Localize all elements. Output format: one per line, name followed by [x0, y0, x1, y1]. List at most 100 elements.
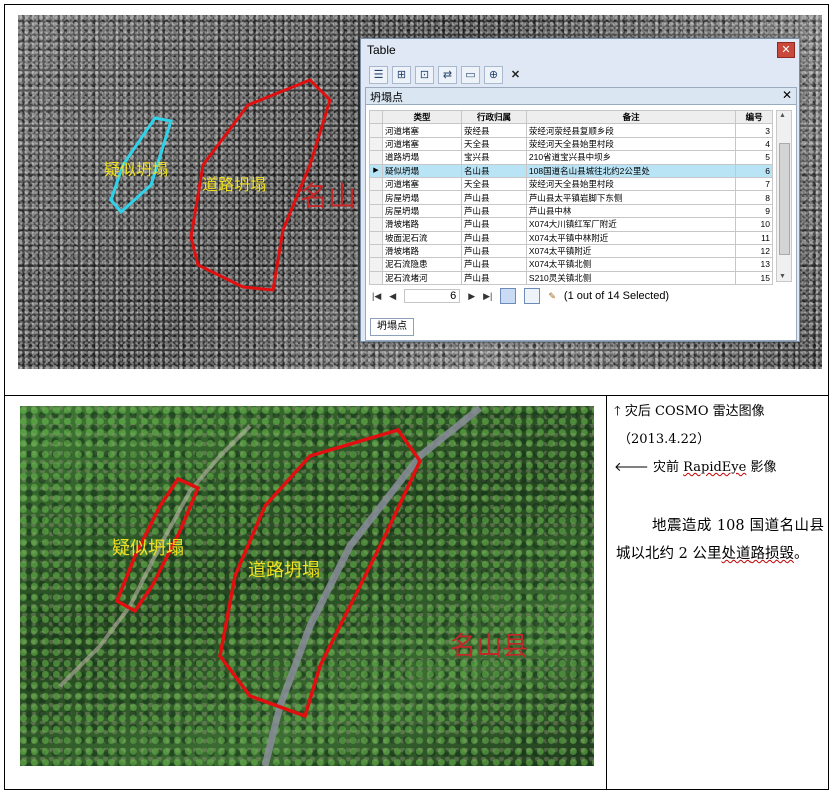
- layer-name: 坍塌点: [370, 92, 403, 104]
- panel-close-icon[interactable]: ✕: [782, 88, 792, 102]
- current-record-field[interactable]: 6: [404, 289, 461, 303]
- row-selector[interactable]: [369, 270, 383, 286]
- optical-overlay: [58, 406, 483, 766]
- table-row[interactable]: 房屋坍塌 芦山县 芦山县太平镇岩脚下东侧 8: [369, 190, 773, 205]
- note-cell: 芦山县太平镇岩脚下东侧: [525, 190, 737, 205]
- id-cell: 13: [735, 257, 773, 272]
- previous-record-icon[interactable]: ◀: [389, 291, 396, 302]
- row-selector[interactable]: [369, 150, 383, 165]
- row-selector[interactable]: [369, 136, 383, 152]
- table-window[interactable]: Table ✕ ☰ ⊞ ⊡ ⇄ ▭ ⊕ ✕ 坍塌点 ✕ 类型 行政归属 备注 编…: [360, 38, 800, 342]
- table-row[interactable]: 河道堵塞 荥经县 荥经河荥经县复顺乡段 3: [369, 123, 773, 138]
- table-row[interactable]: 房屋坍塌 芦山县 芦山县中林 9: [369, 203, 773, 219]
- note-cell: 荥经河天全县始里村段: [525, 136, 737, 152]
- note-cell: 芦山县中林: [525, 203, 737, 219]
- id-cell: 3: [735, 123, 773, 138]
- attribute-table: 类型 行政归属 备注 编号 河道堵塞 荥经县 荥经河荥经县复顺乡段 3 河道堵塞 天全县…: [369, 109, 773, 286]
- tab-layer[interactable]: 坍塌点: [370, 318, 414, 336]
- show-all-records-icon[interactable]: [500, 288, 517, 304]
- table-row[interactable]: 泥石流隐患 芦山县 X074太平镇北侧 13: [369, 257, 773, 272]
- paragraph-text: 处道: [721, 546, 751, 562]
- road-collapse-label: 道路坍塌: [202, 175, 267, 194]
- record-navigator: |◀ ◀ 6 ▶ ▶| ✎ (1 out of 14 Selected): [372, 286, 669, 306]
- admin-cell: 天全县: [461, 176, 527, 192]
- close-icon[interactable]: ✕: [777, 42, 795, 58]
- table-row[interactable]: 泥石流堵河 芦山县 S210灵关镇北侧 15: [369, 270, 773, 286]
- admin-cell: 芦山县: [461, 203, 527, 219]
- description-paragraph: 地震造成 108 国道名山县城以北约 2 公里处道路损毁。: [616, 512, 824, 568]
- row-selector[interactable]: [369, 123, 383, 138]
- note-cell: S210灵关镇北侧: [525, 270, 737, 286]
- row-selector[interactable]: [369, 203, 383, 219]
- table-row[interactable]: 坡面泥石流 芦山县 X074太平镇中林附近 11: [369, 230, 773, 245]
- column-header[interactable]: 编号: [735, 109, 773, 125]
- current-row-icon[interactable]: ▶: [369, 163, 383, 178]
- admin-cell: 芦山县: [461, 257, 527, 272]
- legend-before-name: RapidEye: [683, 460, 747, 475]
- row-selector[interactable]: [369, 230, 383, 245]
- id-cell: 5: [735, 150, 773, 165]
- type-cell: 滑坡堵路: [381, 243, 463, 259]
- legend-after-date: （2013.4.22）: [618, 432, 711, 447]
- id-cell: 7: [735, 176, 773, 192]
- admin-cell: 宝兴县: [461, 150, 527, 165]
- admin-cell: 天全县: [461, 136, 527, 152]
- paragraph-text: 。: [793, 546, 809, 562]
- scroll-thumb[interactable]: [779, 143, 790, 255]
- column-header[interactable]: 行政归属: [461, 109, 527, 125]
- table-row[interactable]: 道路坍塌 宝兴县 210省道宝兴县中坝乡 5: [369, 150, 773, 165]
- row-selector[interactable]: [369, 176, 383, 192]
- legend-before: 🡐 灾前 RapidEye 影像: [614, 456, 776, 475]
- table-row[interactable]: 滑坡堵路 芦山县 X074大川镇红军厂附近 10: [369, 217, 773, 232]
- next-record-icon[interactable]: ▶: [468, 291, 475, 302]
- related-tables-icon[interactable]: ⊞: [392, 66, 411, 84]
- select-by-attributes-icon[interactable]: ⊡: [415, 66, 434, 84]
- arrow-up-icon: 🡑: [614, 404, 621, 419]
- zoom-to-selected-icon[interactable]: ⊕: [484, 66, 503, 84]
- column-header[interactable]: 类型: [381, 109, 463, 125]
- admin-cell: 芦山县: [461, 217, 527, 232]
- id-cell: 4: [735, 136, 773, 152]
- type-cell: 河道堵塞: [381, 123, 463, 138]
- vertical-scrollbar[interactable]: ▲ ▼: [776, 110, 792, 282]
- scroll-up-icon[interactable]: ▲: [779, 112, 786, 119]
- suspected-collapse-label: 疑似坍塌: [104, 160, 169, 179]
- id-cell: 10: [735, 217, 773, 232]
- type-cell: 坡面泥石流: [381, 230, 463, 245]
- admin-cell: 芦山县: [461, 243, 527, 259]
- id-cell: 12: [735, 243, 773, 259]
- type-cell: 河道堵塞: [381, 176, 463, 192]
- table-row[interactable]: 河道堵塞 天全县 荥经河天全县始里村段 4: [369, 136, 773, 152]
- table-options-icon[interactable]: ☰: [369, 66, 388, 84]
- suspected-collapse-label: 疑似坍塌: [112, 538, 184, 559]
- type-cell: 房屋坍塌: [381, 203, 463, 219]
- switch-selection-icon[interactable]: ⇄: [438, 66, 457, 84]
- row-selector[interactable]: [369, 257, 383, 272]
- table-row-selected[interactable]: ▶ 疑似坍塌 名山县 108国道名山县城往北约2公里处 6: [369, 163, 773, 178]
- county-label: 名山: [300, 180, 357, 213]
- admin-cell: 芦山县: [461, 270, 527, 286]
- type-cell: 疑似坍塌: [381, 163, 463, 178]
- last-record-icon[interactable]: ▶|: [483, 291, 492, 302]
- note-cell: X074大川镇红军厂附近: [525, 217, 737, 232]
- show-selected-records-icon[interactable]: [524, 288, 541, 304]
- delete-selected-icon[interactable]: ✕: [507, 67, 524, 83]
- row-selector[interactable]: [369, 190, 383, 205]
- row-selector[interactable]: [369, 243, 383, 259]
- legend-after: 🡑 灾后 COSMO 雷达图像: [614, 400, 765, 424]
- id-cell: 15: [735, 270, 773, 286]
- table-row-divider: [4, 395, 829, 396]
- county-label: 名山县: [450, 632, 529, 662]
- admin-cell: 芦山县: [461, 230, 527, 245]
- note-cell: 210省道宝兴县中坝乡: [525, 150, 737, 165]
- column-header[interactable]: 备注: [525, 109, 737, 125]
- row-selector[interactable]: [369, 217, 383, 232]
- scroll-down-icon[interactable]: ▼: [779, 273, 786, 280]
- clear-selection-icon[interactable]: ▭: [461, 66, 480, 84]
- panel-header: 坍塌点 ✕: [366, 88, 796, 105]
- id-cell: 9: [735, 203, 773, 219]
- table-row[interactable]: 河道堵塞 天全县 荥经河天全县始里村段 7: [369, 176, 773, 192]
- table-row[interactable]: 滑坡堵路 芦山县 X074太平镇附近 12: [369, 243, 773, 259]
- first-record-icon[interactable]: |◀: [372, 291, 381, 302]
- type-cell: 泥石流堵河: [381, 270, 463, 286]
